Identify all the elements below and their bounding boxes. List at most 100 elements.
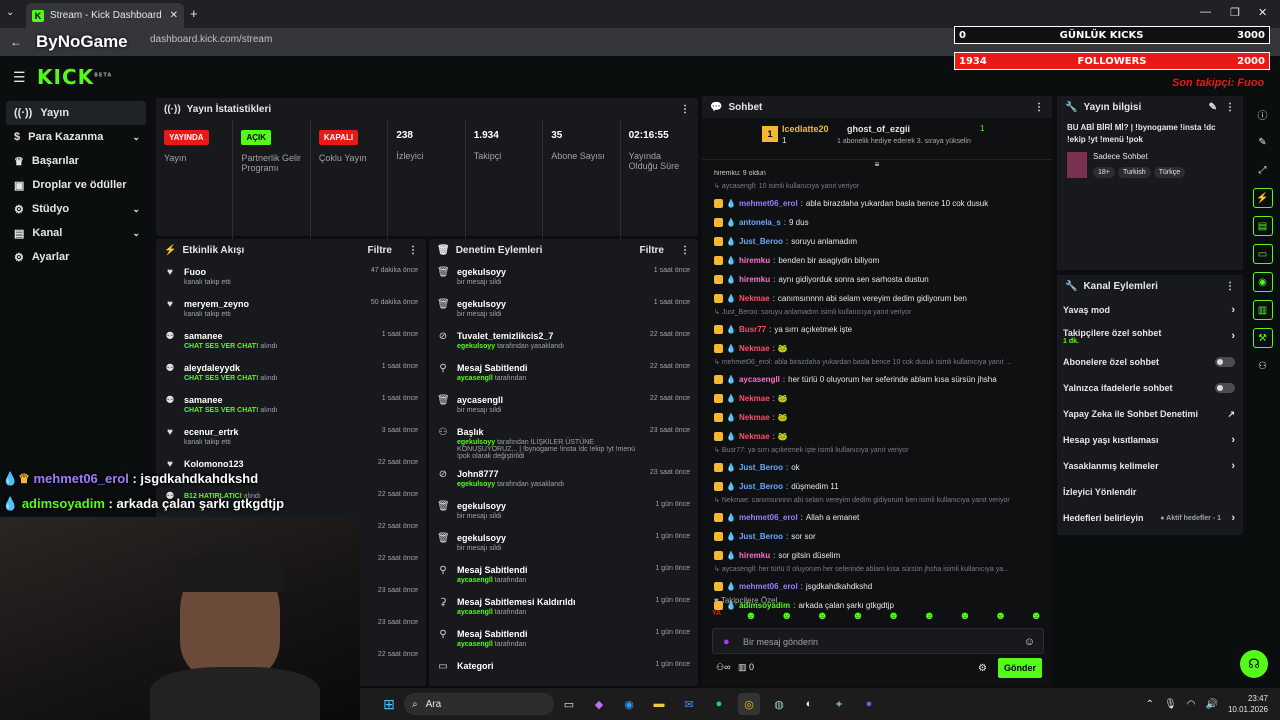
toggle-switch[interactable] (1215, 383, 1235, 393)
chat-message[interactable]: 💧 mehmet06_erol: Allah a emanet (702, 508, 1052, 527)
moderation-item[interactable]: ⊘ Tuvalet_temizlikcis2_7 egekulsoyy tara… (437, 327, 690, 359)
chat-username[interactable]: Just_Beroo (739, 482, 783, 491)
moderation-item[interactable]: ⚲ Mesaj Sabitlendi aycasengll tarafından… (437, 561, 690, 593)
channel-action[interactable]: Takipçilere özel sohbet 1 dk. › (1057, 323, 1243, 349)
sidebar-item-droplar[interactable]: ▣ Droplar ve ödüller (6, 173, 146, 197)
chat-input[interactable]: ● Bir mesaj gönderin ☺ (712, 628, 1044, 654)
chat-message[interactable]: 💧 Nekmae: 🐸 (702, 408, 1052, 427)
tab-list-icon[interactable]: ⌄ (6, 7, 14, 18)
sidebar-item-yayin[interactable]: ((·)) Yayın (6, 101, 146, 125)
moderation-item[interactable]: 🗑 aycasengll bir mesajı sildi 22 saat ön… (437, 391, 690, 423)
channel-action[interactable]: Yasaklanmış kelimeler › (1057, 453, 1243, 479)
menu-icon[interactable]: ☰ (13, 69, 26, 86)
kick-logo[interactable]: KICKBETA (37, 65, 112, 89)
chat-username[interactable]: antonela_s (739, 218, 781, 227)
new-tab-icon[interactable]: + (190, 6, 198, 21)
chat-username[interactable]: Just_Beroo (739, 237, 783, 246)
emote-icon[interactable]: ☻ (995, 610, 1007, 624)
emote-icon[interactable]: YA (712, 610, 721, 624)
users-icon[interactable]: ⚇ (1253, 356, 1273, 376)
sidebar-item-ayarlar[interactable]: ⚙ Ayarlar (6, 245, 146, 269)
sidebar-item-studyo[interactable]: ⚙ Stüdyo ⌄ (6, 197, 146, 221)
activity-item[interactable]: ♥ Fuoo kanalı takip etti 47 dakika önce (164, 263, 418, 295)
send-button[interactable]: Gönder (998, 658, 1042, 678)
channel-action[interactable]: Hedefleri belirleyin ● Aktif hedefler - 1… (1057, 505, 1243, 531)
channel-action[interactable]: Yalnızca ifadelerle sohbet (1057, 375, 1243, 401)
chat-message[interactable]: 💧 Just_Beroo: düşmedim 11 (702, 477, 1052, 496)
file-explorer-icon[interactable]: ▬ (648, 693, 670, 715)
obs-icon[interactable]: ◐ (798, 693, 820, 715)
chat-username[interactable]: Nekmae (739, 432, 770, 441)
chat-message[interactable]: 💧 mehmet06_erol: abla birazdaha yukardan … (702, 194, 1052, 213)
activity-user[interactable]: aleydaleyydk (184, 363, 278, 373)
channel-action[interactable]: İzleyici Yönlendir (1057, 479, 1243, 505)
chat-icon[interactable]: ▭ (1252, 244, 1273, 264)
chat-message[interactable]: 💧 Nekmae: 🐸 (702, 389, 1052, 408)
sidebar-item-kanal[interactable]: ▤ Kanal ⌄ (6, 221, 146, 245)
moderation-item[interactable]: ⚳ Mesaj Sabitlemesi Kaldırıldı aycasengl… (437, 593, 690, 625)
clock[interactable]: 23:47 10.01.2026 (1228, 693, 1268, 715)
activity-user[interactable]: samanee (184, 395, 278, 405)
moderation-item[interactable]: ⚲ Mesaj Sabitlendi aycasengll tarafından… (437, 359, 690, 391)
wrench-icon[interactable]: ⚒ (1252, 328, 1273, 348)
moderation-item[interactable]: 🗑 egekulsoyy bir mesajı sildi 1 gün önce (437, 529, 690, 561)
moderation-item[interactable]: 🗑 egekulsoyy bir mesajı sildi 1 gün önce (437, 497, 690, 529)
activity-user[interactable]: Fuoo (184, 267, 231, 277)
filter-button[interactable]: Filtre (368, 245, 392, 256)
support-icon[interactable]: ☊ (1240, 650, 1268, 678)
activity-item[interactable]: ♥ meryem_zeyno kanalı takip etti 50 daki… (164, 295, 418, 327)
steam-icon[interactable]: ◍ (768, 693, 790, 715)
chat-username[interactable]: hiremku (739, 551, 770, 560)
chat-username[interactable]: mehmet06_erol (739, 513, 798, 522)
minimize-icon[interactable]: — (1200, 6, 1211, 18)
chat-message[interactable]: 💧 aycasengll: her türlü 0 oluyorum her se… (702, 370, 1052, 389)
emoji-icon[interactable]: ☺ (1024, 636, 1035, 648)
activity-user[interactable]: samanee (184, 331, 278, 341)
chat-username[interactable]: mehmet06_erol (739, 199, 798, 208)
moderation-item[interactable]: ⊘ John8777 egekulsoyy tarafından yasakla… (437, 465, 690, 497)
lightning-icon[interactable]: ⚡ (1252, 188, 1273, 208)
activity-user[interactable]: meryem_zeyno (184, 299, 249, 309)
activity-user[interactable]: Kolomono123 (184, 459, 244, 469)
app-icon[interactable]: ✦ (828, 693, 850, 715)
chat-message[interactable]: 💧 Busr77: ya sırrı açıketmek işte (702, 320, 1052, 339)
chat-username[interactable]: hiremku (739, 275, 770, 284)
chat-message[interactable]: 💧 Nekmae: canımsınnnn abi selam vereyim d… (702, 289, 1052, 308)
discord-icon[interactable]: ● (858, 693, 880, 715)
chat-username[interactable]: Nekmae (739, 294, 770, 303)
chat-message[interactable]: 💧 Nekmae: 🐸 (702, 339, 1052, 358)
browser-tab[interactable]: K Stream - Kick Dashboard ✕ (26, 3, 184, 28)
chat-username[interactable]: Nekmae (739, 344, 770, 353)
leaderboard-user[interactable]: ghost_of_ezgii (847, 124, 910, 134)
close-window-icon[interactable]: ✕ (1258, 6, 1267, 19)
moderation-item[interactable]: ⚲ Mesaj Sabitlendi aycasengll tarafından… (437, 625, 690, 657)
emote-icon[interactable]: ☻ (888, 610, 900, 624)
task-view-icon[interactable]: ▭ (558, 693, 580, 715)
wifi-icon[interactable]: ◠ (1187, 699, 1196, 710)
store-icon[interactable]: ▥ (1252, 300, 1273, 320)
activity-item[interactable]: ♥ ecenur_ertrk kanalı takip etti 3 saat … (164, 423, 418, 455)
chat-username[interactable]: hiremku (739, 256, 770, 265)
leaderboard-user[interactable]: Icedlatte20 (782, 124, 829, 134)
broadcast-icon[interactable]: ◉ (1252, 272, 1273, 292)
mail-icon[interactable]: ✉ (678, 693, 700, 715)
channel-action[interactable]: Yapay Zeka ile Sohbet Denetimi ↗ (1057, 401, 1243, 427)
activity-item[interactable]: ⚉ samanee CHAT SES VER CHAT! alındı 1 sa… (164, 391, 418, 423)
activity-item[interactable]: ⚉ aleydaleyydk CHAT SES VER CHAT! alındı… (164, 359, 418, 391)
chat-username[interactable]: Just_Beroo (739, 532, 783, 541)
chat-message[interactable]: 💧 hiremku: sor gitsin düselim (702, 546, 1052, 565)
channel-action[interactable]: Abonelere özel sohbet (1057, 349, 1243, 375)
more-icon[interactable]: ⋮ (1034, 102, 1044, 113)
emote-icon[interactable]: ☻ (745, 610, 757, 624)
maximize-icon[interactable]: ❐ (1230, 6, 1240, 19)
close-tab-icon[interactable]: ✕ (170, 10, 178, 21)
emote-icon[interactable]: ☻ (816, 610, 828, 624)
chat-message[interactable]: 💧 hiremku: benden bir asagiydin biliyom (702, 251, 1052, 270)
chat-username[interactable]: aycasengll (739, 375, 780, 384)
tag[interactable]: Turkish (1117, 167, 1151, 178)
copilot-icon[interactable]: ◆ (588, 693, 610, 715)
windows-start-icon[interactable]: ⊞ (378, 693, 400, 715)
sidebar-item-basarilar[interactable]: ♛ Başarılar (6, 149, 146, 173)
emote-icon[interactable]: ☻ (959, 610, 971, 624)
store-icon[interactable]: ▥ (738, 662, 747, 672)
